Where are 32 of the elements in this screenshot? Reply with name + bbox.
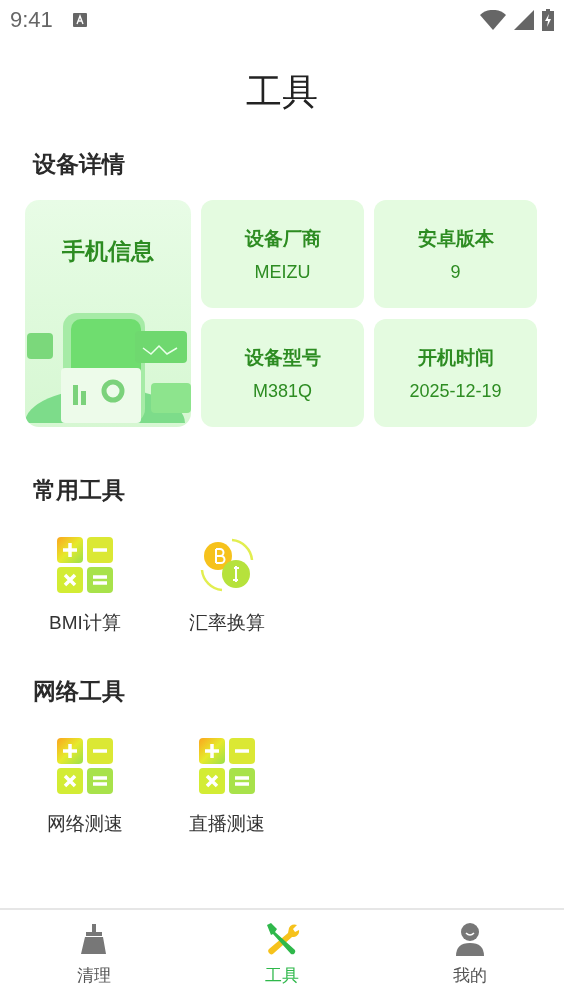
section-title: 网络工具 — [32, 677, 126, 706]
info-label: 开机时间 — [417, 344, 494, 370]
calculator-icon — [198, 737, 256, 795]
person-icon[interactable] — [455, 922, 485, 956]
broom-icon[interactable] — [79, 922, 109, 956]
card-title: 手机信息 — [62, 237, 154, 266]
tool-button[interactable]: 直播测速 — [177, 737, 277, 837]
wrench-screwdriver-icon[interactable] — [264, 922, 300, 956]
keyboard-notification-icon — [72, 13, 87, 27]
info-value: 9 — [450, 261, 461, 283]
info-label: 安卓版本 — [417, 225, 494, 251]
info-label: 设备厂商 — [244, 225, 321, 251]
phone-info-card[interactable]: 手机信息 — [25, 200, 191, 427]
page-title: 工具 — [245, 70, 319, 114]
tool-button[interactable]: BMI计算 — [35, 536, 135, 636]
status-time: 9:41 — [10, 7, 53, 33]
info-value: 2025-12-19 — [409, 380, 502, 402]
signal-icon — [514, 10, 534, 30]
section-title: 设备详情 — [31, 150, 126, 179]
currency-exchange-icon — [198, 536, 256, 594]
wifi-icon — [480, 10, 506, 30]
info-label: 设备型号 — [244, 344, 321, 370]
tool-button[interactable]: 汇率换算 — [177, 536, 277, 636]
section-title: 常用工具 — [32, 476, 126, 505]
nav-tab[interactable]: 我的 — [376, 910, 564, 1004]
nav-tab[interactable]: 清理 — [0, 910, 188, 1004]
tool-button[interactable]: 网络测速 — [35, 737, 135, 837]
info-value: M381Q — [253, 380, 312, 402]
info-value: MEIZU — [254, 261, 311, 283]
battery-charging-icon — [542, 9, 554, 31]
calculator-icon — [56, 737, 114, 795]
calculator-icon — [56, 536, 114, 594]
